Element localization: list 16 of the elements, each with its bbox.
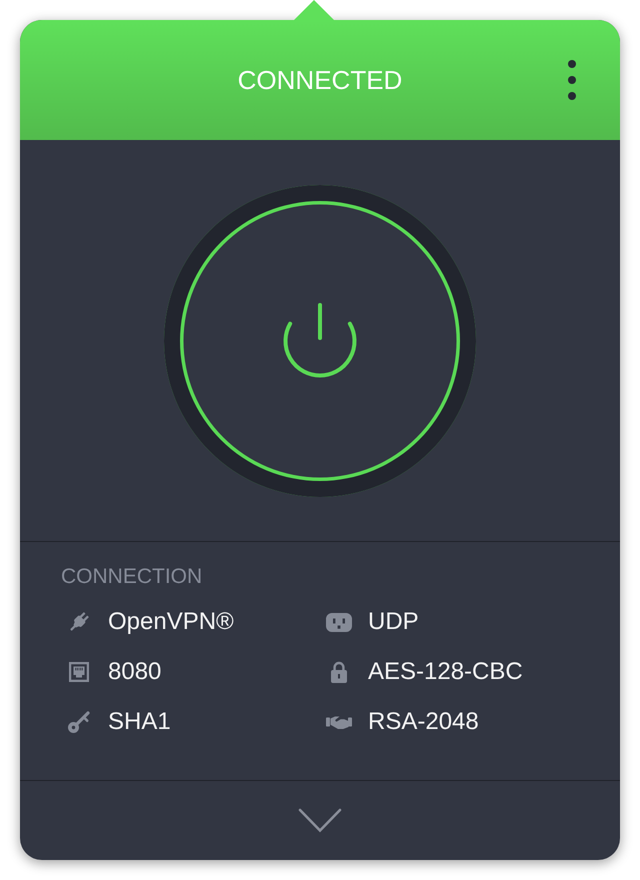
lock-icon (331, 661, 347, 683)
detail-value: OpenVPN® (108, 607, 235, 637)
chevron-down-icon[interactable] (298, 808, 342, 834)
handshake-icon (326, 716, 352, 728)
detail-value: UDP (368, 607, 420, 637)
detail-value: SHA1 (108, 707, 172, 737)
section-heading: CONNECTION (61, 564, 204, 590)
outlet-icon (326, 612, 352, 632)
detail-value: RSA-2048 (368, 707, 480, 737)
status-title: CONNECTED (238, 64, 402, 96)
detail-value: 8080 (108, 657, 162, 687)
power-icon (282, 302, 358, 378)
ethernet-port-icon (69, 662, 89, 682)
detail-value: AES-128-CBC (368, 657, 524, 687)
key-icon (68, 711, 90, 733)
menu-icon[interactable] (568, 60, 576, 100)
